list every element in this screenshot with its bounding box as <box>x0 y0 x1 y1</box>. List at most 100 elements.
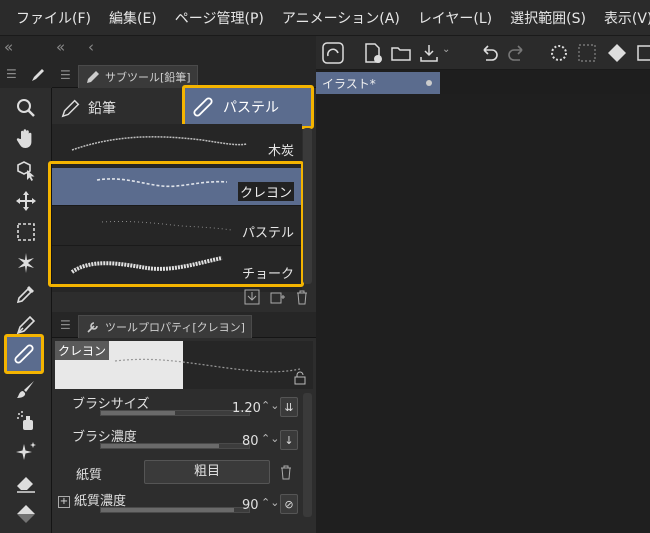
brush-pastel[interactable]: パステル <box>52 208 302 246</box>
move-tool[interactable] <box>6 185 46 217</box>
document-tab-label: イラスト* <box>322 77 376 91</box>
paper-density-slider-fill <box>101 508 235 512</box>
download-icon[interactable] <box>244 289 260 305</box>
brush-tool[interactable] <box>6 374 46 406</box>
decoration-tool[interactable] <box>6 436 46 468</box>
eraser-icon <box>17 477 35 493</box>
auto-select-tool[interactable] <box>6 247 46 279</box>
brush-chalk[interactable]: チョーク <box>52 248 302 286</box>
prop-brush-size: ブラシサイズ 1.20 ⌃⌄ ⇊ <box>54 393 299 417</box>
pastel-stick-icon <box>14 344 34 364</box>
tab-tool-property[interactable]: ツールプロパティ[クレヨン] <box>78 315 252 338</box>
paper-texture-select[interactable]: 粗目 <box>144 460 270 484</box>
menu-icon[interactable]: ☰ <box>6 67 17 81</box>
toolstrip-header: « <box>0 36 52 62</box>
density-dynamics-button[interactable]: ↓ <box>280 430 298 450</box>
fill-bucket-icon <box>17 505 35 523</box>
brush-density-value[interactable]: 80 <box>242 434 259 449</box>
unsaved-dot-icon[interactable] <box>426 80 432 86</box>
airbrush-tool[interactable] <box>6 405 46 437</box>
double-chevron-left-icon[interactable]: « <box>56 38 65 56</box>
menu-view[interactable]: 表示(V) <box>595 8 650 28</box>
trash-icon[interactable] <box>294 289 310 305</box>
double-chevron-left-icon[interactable]: « <box>4 38 13 56</box>
brush-charcoal[interactable]: 木炭 <box>52 126 302 164</box>
select-all-icon[interactable] <box>576 42 598 64</box>
tab-tool-property-label: ツールプロパティ[クレヨン] <box>105 321 245 334</box>
tool-property-tabbar: ☰ ツールプロパティ[クレヨン] <box>52 312 316 338</box>
menu-icon[interactable]: ☰ <box>60 68 71 82</box>
prop-brush-density: ブラシ濃度 80 ⌃⌄ ↓ <box>54 426 299 450</box>
brush-size-slider[interactable] <box>100 410 250 416</box>
paper-density-value[interactable]: 90 <box>242 498 259 513</box>
brush-list: 木炭 クレヨン パステル チョーク <box>52 124 302 292</box>
brush-crayon-label: クレヨン <box>237 182 294 201</box>
save-icon[interactable] <box>418 42 440 64</box>
canvas-area[interactable] <box>316 94 650 533</box>
canvas-toolbar: ⌄ <box>316 36 650 70</box>
group-pastel-button[interactable]: パステル <box>182 85 314 129</box>
menu-icon[interactable]: ☰ <box>60 318 71 332</box>
brush-list-scrollbar[interactable] <box>303 128 312 284</box>
brush-crayon[interactable]: クレヨン <box>52 168 302 206</box>
lock-icon[interactable] <box>293 371 307 385</box>
selection-tool[interactable] <box>6 216 46 248</box>
zoom-tool[interactable] <box>6 92 46 124</box>
paper-density-slider[interactable] <box>100 507 250 513</box>
menu-file[interactable]: ファイル(F) <box>0 8 100 28</box>
expand-plus-icon[interactable]: + <box>58 496 70 508</box>
menu-layer[interactable]: レイヤー(L) <box>409 8 501 28</box>
hand-icon <box>16 129 32 148</box>
fill-tool[interactable] <box>6 498 46 530</box>
brush-icon <box>17 381 34 398</box>
move-icon <box>16 191 36 211</box>
chevron-down-icon[interactable]: ⌄ <box>442 44 450 55</box>
wrench-icon <box>87 322 98 333</box>
hand-tool[interactable] <box>6 123 46 155</box>
crop-icon[interactable] <box>634 42 650 64</box>
prop-paper-texture: 紙質 粗目 <box>54 460 299 486</box>
paper-density-button[interactable]: ⊘ <box>280 494 298 514</box>
eyedropper-tool[interactable] <box>6 278 46 310</box>
object-select-icon <box>17 161 35 181</box>
open-folder-icon[interactable] <box>390 42 412 64</box>
app-logo-icon[interactable] <box>322 42 344 64</box>
menu-edit[interactable]: 編集(E) <box>100 8 166 28</box>
loading-spinner-icon[interactable] <box>548 42 570 64</box>
object-tool[interactable] <box>6 154 46 186</box>
pressure-button[interactable]: ⇊ <box>280 397 298 417</box>
tab-subtool[interactable]: サブツール[鉛筆] <box>78 65 198 88</box>
duplicate-icon[interactable] <box>270 289 286 305</box>
group-pastel-label: パステル <box>223 100 279 116</box>
magnifier-icon <box>17 99 35 117</box>
menu-selection[interactable]: 選択範囲(S) <box>501 8 595 28</box>
arrow-down-icon: ↓ <box>284 433 294 447</box>
brush-size-slider-fill <box>101 411 175 415</box>
pencil-icon <box>87 71 99 83</box>
eraser-tool[interactable] <box>6 467 46 499</box>
brush-pastel-label: パステル <box>241 226 294 241</box>
pencil-icon <box>61 99 80 118</box>
trash-icon[interactable] <box>278 464 294 480</box>
tab-subtool-label: サブツール[鉛筆] <box>105 71 191 84</box>
menu-page[interactable]: ページ管理(P) <box>166 8 273 28</box>
tool-palette-header: ☰ <box>0 62 52 88</box>
stepper-icon[interactable]: ⌃⌄ <box>261 432 279 445</box>
brush-density-slider[interactable] <box>100 443 250 449</box>
redo-icon[interactable] <box>506 42 528 64</box>
stepper-icon[interactable]: ⌃⌄ <box>261 496 279 509</box>
group-pencil-button[interactable]: 鉛筆 <box>52 88 182 128</box>
double-chevron-down-icon: ⇊ <box>284 400 294 414</box>
brush-size-value[interactable]: 1.20 <box>232 401 261 416</box>
slash-icon: ⊘ <box>284 497 294 511</box>
undo-icon[interactable] <box>478 42 500 64</box>
new-file-icon[interactable] <box>362 42 384 64</box>
chevron-left-icon[interactable]: ‹ <box>88 38 94 56</box>
document-tab[interactable]: イラスト* <box>316 72 440 94</box>
pencil-tool[interactable] <box>4 334 44 374</box>
stepper-icon[interactable]: ⌃⌄ <box>261 399 279 412</box>
menu-animation[interactable]: アニメーション(A) <box>273 8 409 28</box>
property-scrollbar[interactable] <box>303 393 312 517</box>
fill-diamond-icon[interactable] <box>606 42 628 64</box>
airbrush-icon <box>17 411 33 430</box>
